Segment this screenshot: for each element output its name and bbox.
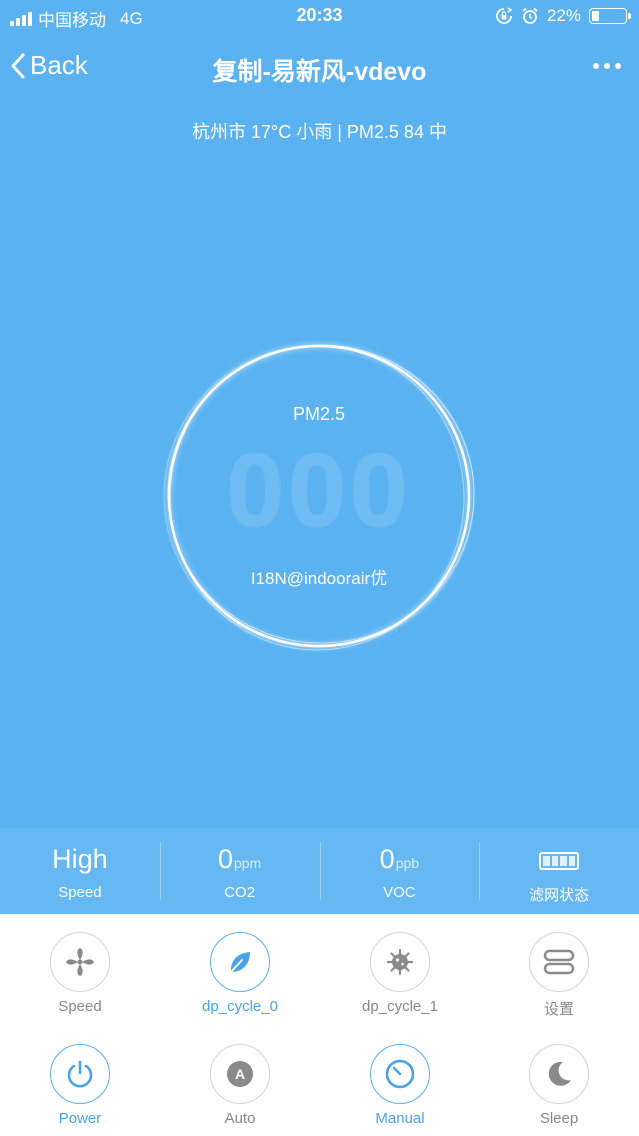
pm25-value: 000 [226,433,412,549]
gauge-label: PM2.5 [292,404,346,424]
dp-cycle-0-button[interactable]: dp_cycle_0 [160,932,320,1015]
virus-icon [386,948,414,976]
settings-icon [543,949,575,975]
speed-button[interactable]: Speed [0,932,160,1015]
stat-value: 0ppb [320,844,480,875]
manual-button[interactable]: Manual [320,1044,480,1127]
dp-cycle-1-button[interactable]: dp_cycle_1 [320,932,480,1015]
more-dot [615,63,621,69]
settings-button[interactable]: 设置 [479,932,639,1019]
stat-value: High [0,844,160,875]
rotation-lock-icon [496,7,513,24]
battery-percent: 22% [546,6,581,25]
control-label: Manual [375,1110,425,1127]
stat-speed: High Speed [0,828,160,914]
battery-icon [589,8,631,24]
control-label: Auto [224,1110,256,1127]
stat-co2: 0ppm CO2 [159,828,320,914]
page-title: 复制-易新风-vdevo [212,58,427,86]
more-dot [593,63,599,69]
filter-battery-icon [539,852,580,870]
more-options-button[interactable] [589,54,625,78]
svg-text:A: A [235,1066,245,1082]
control-label: Power [58,1110,102,1127]
auto-button[interactable]: A Auto [160,1044,320,1127]
stat-value: 0ppm [160,844,320,875]
control-circle [370,932,430,992]
control-circle [529,932,589,992]
stats-strip: High Speed 0ppm CO2 0ppb VOC 滤网状态 [0,828,639,914]
power-button[interactable]: Power [0,1044,160,1127]
stat-filter: 滤网状态 [479,828,639,914]
speed-value: High [52,844,108,874]
co2-unit: ppm [234,855,262,871]
status-bar: 中国移动 4G 20:33 22% [0,0,639,34]
control-label: Speed [58,998,102,1015]
nav-bar: Back 复制-易新风-vdevo [0,40,639,92]
battery-level [592,11,599,21]
more-dot [604,63,610,69]
control-panel: Speed dp_cycle_0 dp_cycle_1 设置 Power A A… [0,914,639,1136]
control-circle [370,1044,430,1104]
weather-info: 杭州市 17°C 小雨 | PM2.5 84 中 [192,122,447,142]
stat-voc: 0ppb VOC [319,828,480,914]
co2-value: 0 [217,844,234,874]
power-icon [67,1060,93,1088]
control-label: Sleep [539,1110,579,1127]
voc-unit: ppb [395,855,420,871]
leaf-icon [230,952,250,973]
control-circle [50,1044,110,1104]
stat-label: Speed [58,884,102,901]
fan-icon [66,948,94,976]
sleep-button[interactable]: Sleep [479,1044,639,1127]
stat-label: 滤网状态 [529,887,590,904]
stat-label: VOC [383,884,416,901]
control-label: dp_cycle_0 [202,998,278,1015]
moon-icon [548,1061,571,1086]
status-right: 22% [495,6,631,26]
control-label: 设置 [543,1001,574,1018]
timer-icon [385,1059,415,1089]
auto-icon: A [227,1061,253,1087]
air-quality-label: I18N@indoorair优 [250,569,388,588]
control-circle [529,1044,589,1104]
voc-value: 0 [379,844,395,874]
control-circle [50,932,110,992]
control-label: dp_cycle_1 [362,998,438,1015]
control-circle [210,932,270,992]
control-circle: A [210,1044,270,1104]
pm25-gauge: PM2.5 000 I18N@indoorair优 [160,340,478,652]
main-panel: 中国移动 4G 20:33 22% Back 复制-易新风-vdevo 杭州市 … [0,0,639,828]
alarm-icon [522,7,538,24]
stat-label: CO2 [224,884,256,901]
